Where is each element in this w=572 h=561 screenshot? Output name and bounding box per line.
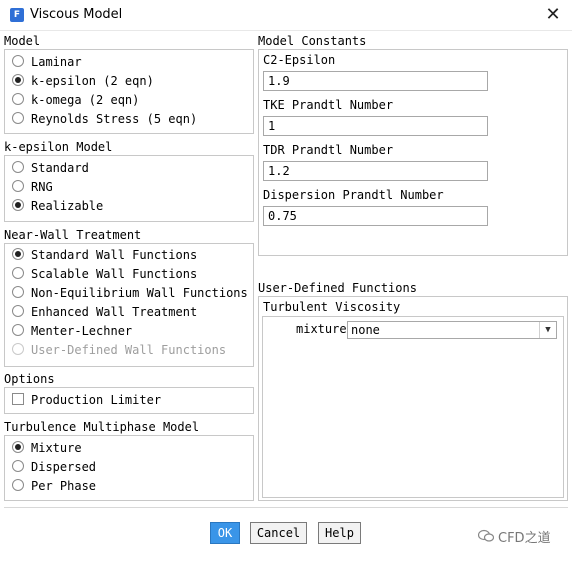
tke-prandtl-label: TKE Prandtl Number — [263, 98, 394, 112]
cancel-button[interactable]: Cancel — [250, 522, 307, 544]
radio-button[interactable] — [12, 112, 24, 124]
turbulent-viscosity-box: mixture none ▼ — [262, 316, 564, 498]
help-button[interactable]: Help — [318, 522, 361, 544]
near-wall-section-title: Near-Wall Treatment — [4, 228, 142, 242]
radio-button[interactable] — [12, 55, 24, 67]
c2-epsilon-input[interactable]: 1.9 — [263, 71, 488, 91]
radio-button[interactable] — [12, 479, 24, 491]
tke-prandtl-input[interactable]: 1 — [263, 116, 488, 136]
app-logo-icon: F — [10, 8, 24, 22]
tdr-prandtl-label: TDR Prandtl Number — [263, 143, 394, 157]
radio-button[interactable] — [12, 199, 24, 211]
title-bar: F Viscous Model ✕ — [0, 0, 572, 31]
watermark-text: CFD之道 — [498, 531, 551, 546]
udf-group: Turbulent Viscosity mixture none ▼ — [258, 296, 568, 501]
wechat-icon — [478, 529, 494, 542]
options-group: Production Limiter — [4, 387, 254, 414]
model-group: Laminar k-epsilon (2 eqn) k-omega (2 eqn… — [4, 49, 254, 134]
constants-section-title: Model Constants — [258, 34, 367, 48]
chevron-down-icon[interactable]: ▼ — [539, 322, 556, 338]
model-section-title: Model — [4, 34, 41, 48]
window-title: Viscous Model — [30, 7, 123, 22]
radio-button[interactable] — [12, 286, 24, 298]
radio-button[interactable] — [12, 305, 24, 317]
radio-button[interactable] — [12, 324, 24, 336]
c2-epsilon-label: C2-Epsilon — [263, 53, 336, 67]
ok-button[interactable]: OK — [210, 522, 240, 544]
options-section-title: Options — [4, 372, 55, 386]
near-wall-group: Standard Wall Functions Scalable Wall Fu… — [4, 243, 254, 367]
turbulent-viscosity-label: Turbulent Viscosity — [263, 300, 401, 314]
multiphase-group: Mixture Dispersed Per Phase — [4, 435, 254, 501]
radio-button[interactable] — [12, 74, 24, 86]
kepsilon-group: Standard RNG Realizable — [4, 155, 254, 222]
radio-button[interactable] — [12, 161, 24, 173]
constants-group: C2-Epsilon 1.9 TKE Prandtl Number 1 TDR … — [258, 49, 568, 256]
radio-button[interactable] — [12, 460, 24, 472]
checkbox[interactable] — [12, 393, 24, 405]
tdr-prandtl-input[interactable]: 1.2 — [263, 161, 488, 181]
radio-button — [12, 343, 24, 355]
mixture-udf-select[interactable]: none ▼ — [347, 321, 557, 339]
radio-button[interactable] — [12, 180, 24, 192]
kepsilon-section-title: k-epsilon Model — [4, 140, 113, 154]
dispersion-prandtl-input[interactable]: 0.75 — [263, 206, 488, 226]
close-icon[interactable]: ✕ — [540, 3, 566, 27]
radio-button[interactable] — [12, 441, 24, 453]
mixture-label: mixture — [296, 322, 347, 336]
radio-button[interactable] — [12, 267, 24, 279]
udf-section-title: User-Defined Functions — [258, 281, 417, 295]
radio-button[interactable] — [12, 248, 24, 260]
mixture-udf-value: none — [351, 323, 380, 337]
radio-button[interactable] — [12, 93, 24, 105]
dispersion-prandtl-label: Dispersion Prandtl Number — [263, 188, 444, 202]
divider — [4, 507, 568, 508]
multiphase-section-title: Turbulence Multiphase Model — [4, 420, 200, 434]
